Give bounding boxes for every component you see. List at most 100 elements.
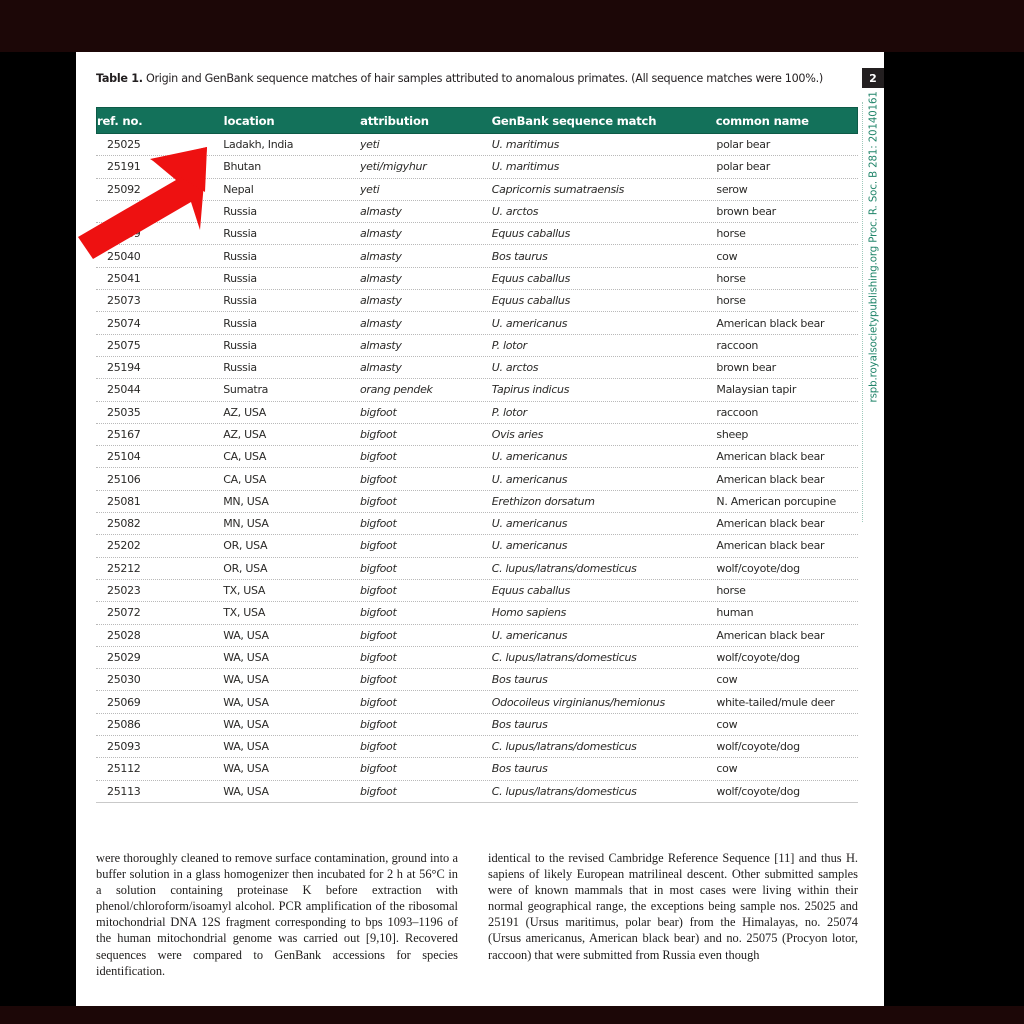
cell-genbank-match: P. lotor [491,405,527,419]
cell-attribution: bigfoot [359,517,397,531]
table-row: 25025 Ladakh, India yeti U. maritimus polar … [96,134,858,157]
cell-ref-no: 25191 [107,160,141,174]
cell-ref-no: 25082 [107,517,141,531]
table-row: 25044 Sumatra orang pendek Tapirus indicus M… [96,379,858,402]
cell-attribution: bigfoot [359,606,397,620]
table-row: 25106 CA, USA bigfoot U. americanus American… [96,468,858,491]
cell-ref-no: 25039 [107,227,141,241]
cell-attribution: bigfoot [359,428,397,441]
cell-common-name: brown bear [716,361,776,375]
cell-common-name: cow [716,673,738,687]
cell-attribution: yeti/migyhur [359,160,427,174]
cell-location: Russia [223,338,257,352]
cell-genbank-match: Equus caballus [491,294,571,308]
cell-ref-no: 25212 [107,561,141,575]
cell-genbank-match: C. lupus/latrans/domesticus [491,784,637,798]
cell-ref-no: 25074 [107,316,141,330]
column-header-common-name: common name [715,113,809,128]
cell-location: CA, USA [223,472,267,486]
cell-ref-no: 25025 [107,138,141,152]
cell-common-name: horse [716,584,746,598]
cell-location: Russia [223,227,257,241]
table-1: ref. no. location attribution GenBank se… [96,107,858,803]
table-row: 25072 TX, USA bigfoot Homo sapiens human [96,602,858,625]
cell-ref-no: 25029 [107,650,141,664]
table-row: 25082 MN, USA bigfoot U. americanus American… [96,513,858,536]
table-row: 25212 OR, USA bigfoot C. lupus/latrans/dome… [96,558,858,580]
cell-genbank-match: Homo sapiens [491,606,567,620]
margin-dotted-rule [862,102,863,522]
cell-ref-no: 25202 [107,539,141,553]
cell-ref-no: 25106 [107,472,141,486]
cell-ref-no: 25081 [107,494,141,508]
cell-attribution: almasty [359,338,402,352]
table-row: 25041 Russia almasty Equus caballus horse [96,268,858,291]
cell-attribution: yeti [359,138,380,152]
cell-location: WA, USA [223,717,269,731]
cell-ref-no: 25167 [107,428,141,441]
cell-location: Russia [223,316,257,330]
cell-location: Sumatra [223,383,269,397]
cell-genbank-match: Capricornis sumatraensis [491,182,625,196]
cell-attribution: bigfoot [359,695,397,709]
cell-common-name: wolf/coyote/dog [716,784,800,798]
table-row: 25074 Russia almasty U. americanus American … [96,312,858,335]
cell-attribution: bigfoot [359,717,397,731]
screenshot-root: Table 1. Origin and GenBank sequence mat… [0,0,1024,1024]
cell-common-name: polar bear [716,138,770,152]
cell-location: Ladakh, India [223,138,294,152]
table-row: 25112 WA, USA bigfoot Bos taurus cow [96,758,858,781]
cell-attribution: bigfoot [359,450,397,464]
cell-genbank-match: Tapirus indicus [491,383,570,397]
cell-location: TX, USA [223,584,266,598]
cell-ref-no: 25093 [107,740,141,754]
cell-location: OR, USA [223,561,268,575]
cell-attribution: bigfoot [359,784,397,798]
cell-common-name: wolf/coyote/dog [716,740,800,754]
cell-location: WA, USA [223,740,269,754]
journal-page: Table 1. Origin and GenBank sequence mat… [76,52,884,1006]
cell-common-name: polar bear [716,160,770,174]
table-body: 25025 Ladakh, India yeti U. maritimus polar … [96,134,858,803]
cell-common-name: American black bear [716,517,825,531]
cell-attribution: orang pendek [359,383,433,397]
cell-ref-no: 25086 [107,717,141,731]
column-header-location: location [223,113,275,128]
cell-location: MN, USA [223,494,269,508]
cell-attribution: almasty [359,294,402,308]
table-row: 25093 WA, USA bigfoot C. lupus/latrans/dome… [96,736,858,759]
table-row: 25035 AZ, USA bigfoot P. lotor raccoon [96,402,858,424]
table-caption: Table 1. Origin and GenBank sequence mat… [96,72,858,86]
cell-attribution: bigfoot [359,584,397,598]
cell-genbank-match: Bos taurus [491,673,548,687]
cell-attribution: bigfoot [359,673,397,687]
cell-genbank-match: U. americanus [491,472,568,486]
cell-location: WA, USA [223,650,269,664]
cell-ref-no: 25092 [107,182,141,196]
cell-common-name: cow [716,717,738,731]
cell-common-name: N. American porcupine [716,494,836,508]
table-row: Russia almasty U. arctos brown bear [96,201,858,224]
cell-common-name: white-tailed/mule deer [716,695,835,709]
cell-attribution: bigfoot [359,539,397,553]
cell-genbank-match: C. lupus/latrans/domesticus [491,740,637,754]
cell-attribution: almasty [359,361,402,375]
cell-location: WA, USA [223,762,269,776]
cell-common-name: wolf/coyote/dog [716,650,800,664]
top-letterbox-band [0,0,1024,52]
cell-genbank-match: Bos taurus [491,249,548,263]
cell-ref-no: 25194 [107,361,141,375]
body-text-left-column: were thoroughly cleaned to remove surfac… [96,851,458,978]
body-text-right-column: identical to the revised Cambridge Refer… [488,851,858,962]
cell-location: Russia [223,249,257,263]
cell-common-name: American black bear [716,450,825,464]
cell-ref-no: 25040 [107,249,141,263]
table-row: 25039 Russia almasty Equus caballus horse [96,223,858,246]
cell-common-name: wolf/coyote/dog [716,561,800,575]
table-row: 25069 WA, USA bigfoot Odocoileus virginianu… [96,691,858,714]
cell-attribution: bigfoot [359,762,397,776]
table-row: 25075 Russia almasty P. lotor raccoon [96,335,858,357]
cell-ref-no: 25069 [107,695,141,709]
cell-ref-no: 25028 [107,628,141,642]
cell-attribution: bigfoot [359,628,397,642]
